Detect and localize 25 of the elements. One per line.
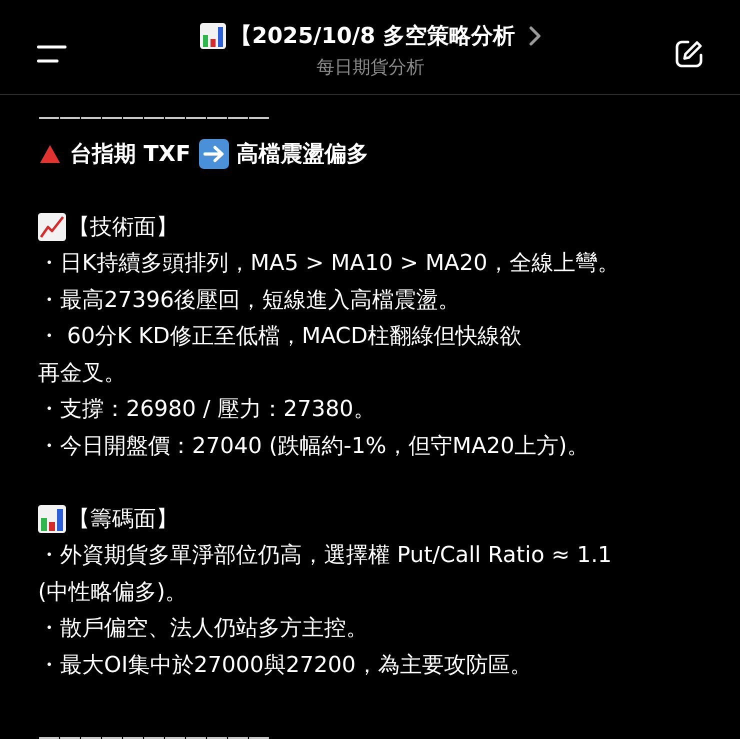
- bar-chart-icon: [38, 504, 66, 533]
- section-heading: 【技術面】: [68, 214, 178, 242]
- chat-title[interactable]: 【2025/10/8 多空策略分析: [230, 21, 515, 51]
- message-line: ・支撐：26980 / 壓力：27380。: [38, 396, 376, 424]
- dash-separator: ———————————: [38, 104, 269, 130]
- dash-separator: ———————————: [38, 725, 269, 739]
- menu-icon[interactable]: [37, 45, 67, 63]
- chart-increasing-icon: [38, 212, 66, 241]
- edit-icon[interactable]: [674, 39, 704, 69]
- section-heading: 【籌碼面】: [68, 506, 178, 534]
- message-line: ・最高27396後壓回，短線進入高檔震盪。: [38, 286, 460, 315]
- message-line: ・今日開盤價：27040 (跌幅約-1%，但守MA20上方)。: [38, 432, 590, 461]
- message-line: ・外資期貨多單淨部位仍高，選擇權 Put/Call Ratio ≈ 1.1: [38, 542, 612, 570]
- message-line: ・散戶偏空、法人仍站多方主控。: [38, 615, 368, 644]
- headline-text: 台指期 TXF: [70, 140, 191, 169]
- message-line: ・日K持續多頭排列，MA5 > MA10 > MA20，全線上彎。: [38, 250, 620, 278]
- message-line: (中性略偏多)。: [38, 578, 188, 607]
- message-line: 再金叉。: [38, 360, 126, 388]
- triangle-icon: [38, 142, 62, 165]
- bar-chart-icon: [200, 23, 226, 49]
- message-line: ・最大OI集中於27000與27200，為主要攻防區。: [38, 652, 532, 680]
- chat-subtitle: 每日期貨分析: [316, 56, 424, 79]
- chevron-right-icon[interactable]: [528, 26, 541, 46]
- headline-text: 高檔震盪偏多: [236, 140, 369, 169]
- message-line: ・ 60分K KD修正至低檔，MACD柱翻綠但快線欲: [38, 323, 522, 352]
